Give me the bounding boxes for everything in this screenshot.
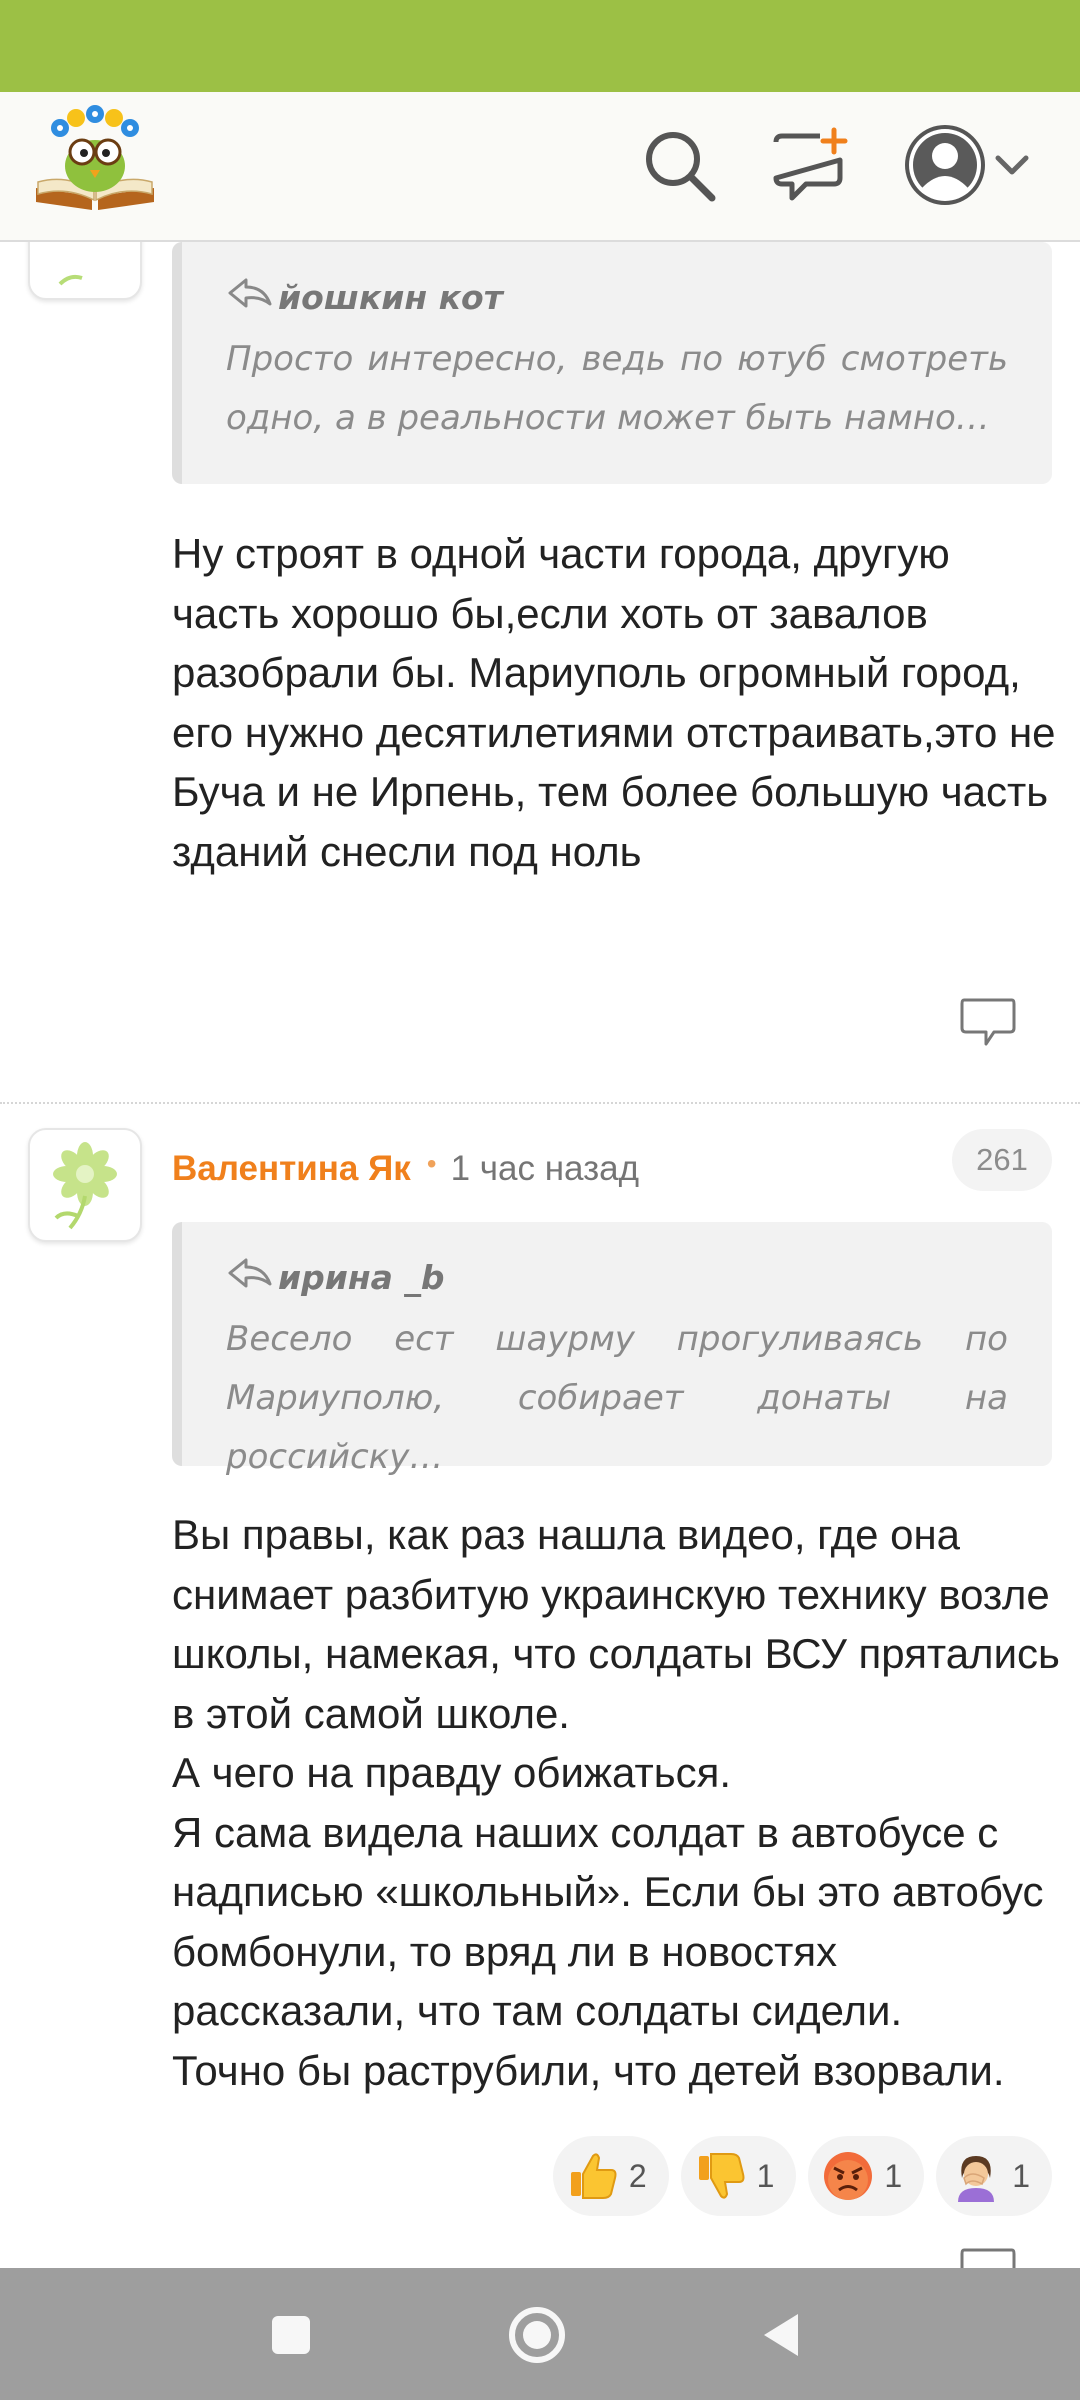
reply-bubble-icon[interactable]: [958, 994, 1018, 1050]
profile-avatar-icon[interactable]: [900, 120, 990, 210]
comment-time: 1 час назад: [450, 1149, 640, 1188]
back-triangle-icon[interactable]: [760, 2312, 802, 2358]
reaction-thumbs-up[interactable]: 2: [552, 2136, 669, 2216]
comments-feed[interactable]: йошкин кот Просто интересно, ведь по юту…: [0, 242, 1080, 2268]
thumbs-down-icon: [698, 2153, 745, 2199]
comment-text: Ну строят в одной части города, другую ч…: [172, 530, 1056, 875]
reaction-count: 1: [884, 2157, 903, 2194]
comment-avatar[interactable]: [28, 1128, 142, 1242]
reaction-count: 1: [756, 2157, 775, 2194]
home-circle-icon[interactable]: [508, 2306, 566, 2364]
facepalm-icon: [958, 2156, 995, 2202]
comment-rating-badge: 261: [952, 1129, 1052, 1191]
recents-square-icon[interactable]: [270, 2314, 312, 2356]
thumbs-up-icon: [570, 2153, 617, 2199]
quoted-comment[interactable]: йошкин кот Просто интересно, ведь по юту…: [172, 242, 1052, 484]
quoted-comment[interactable]: ирина _b Весело ест шаурму прогуливаясь …: [172, 1222, 1052, 1477]
comment-divider: [0, 1102, 1080, 1104]
comment-text: Вы правы, как раз нашла видео, где она с…: [172, 1511, 1060, 2094]
comment-avatar[interactable]: [28, 242, 142, 300]
quote-author-name: йошкин кот: [278, 277, 503, 317]
angry-face-icon: [824, 2152, 873, 2200]
comment-author[interactable]: Валентина Як: [172, 1149, 411, 1189]
compose-icon[interactable]: [770, 126, 856, 206]
quote-text: Весело ест шаурму прогуливаясь по Мариуп…: [226, 1319, 1008, 1477]
reply-bubble-icon[interactable]: [958, 2244, 1018, 2268]
reactions-bar: 2 1 1 1: [552, 2136, 1052, 2216]
quote-author: ирина _b: [226, 1256, 1008, 1298]
reaction-facepalm[interactable]: 1: [936, 2136, 1052, 2216]
quote-text: Просто интересно, ведь по ютуб смотреть …: [226, 339, 1008, 438]
site-logo[interactable]: [32, 104, 158, 214]
reply-arrow-icon: [226, 276, 274, 318]
meta-separator-dot: •: [426, 1148, 437, 1179]
status-bar: [0, 0, 1080, 92]
quote-author: йошкин кот: [226, 276, 1008, 318]
reaction-angry[interactable]: 1: [808, 2136, 925, 2216]
chevron-down-icon[interactable]: [992, 146, 1032, 186]
comment-meta: Валентина Як • 1 час назад: [172, 1144, 639, 1194]
quote-author-name: ирина _b: [278, 1257, 445, 1297]
app-header: [0, 92, 1080, 242]
search-icon[interactable]: [640, 126, 720, 206]
reaction-count: 2: [628, 2157, 647, 2194]
system-nav-bar: [0, 2268, 1080, 2400]
reaction-thumbs-down[interactable]: 1: [680, 2136, 797, 2216]
reaction-count: 1: [1012, 2157, 1030, 2194]
reply-arrow-icon: [226, 1256, 274, 1298]
